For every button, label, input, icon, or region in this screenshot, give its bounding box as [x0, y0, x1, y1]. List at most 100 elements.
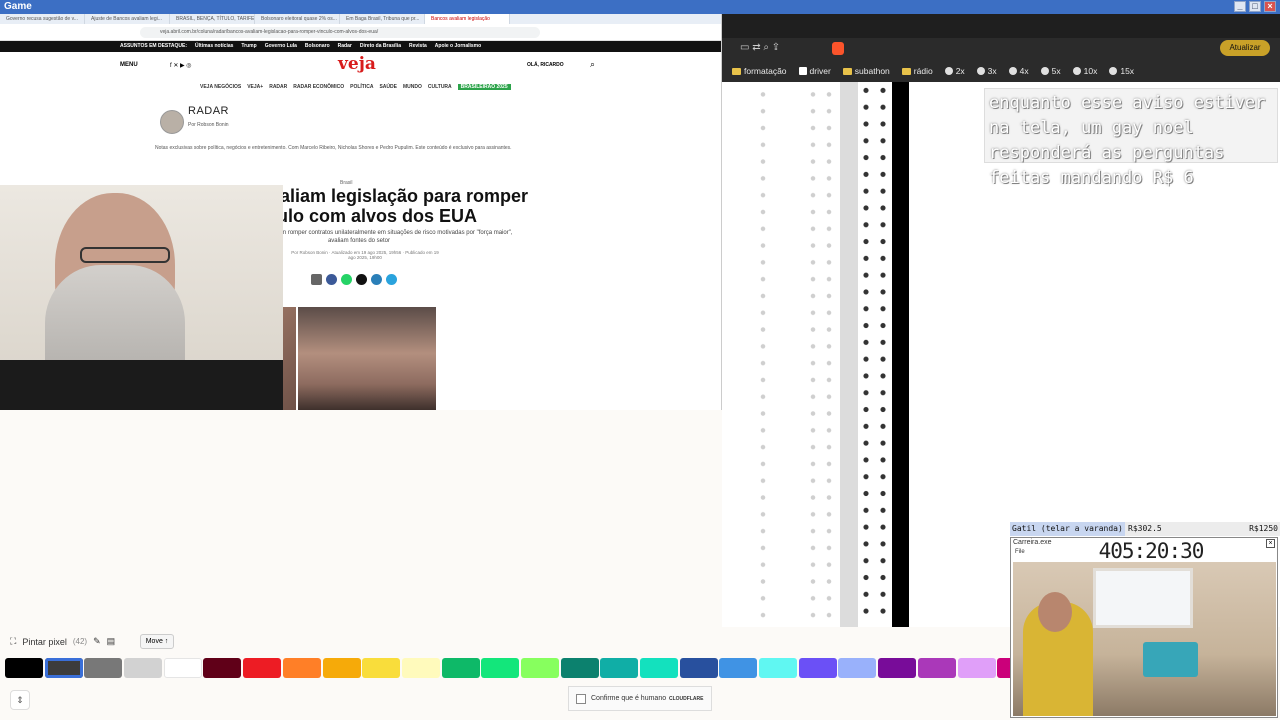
color-swatch[interactable] — [798, 658, 837, 678]
nav-item[interactable]: SAÚDE — [379, 84, 397, 90]
browser-tab[interactable]: Em Baga Brasil, Tribuna que pr... — [340, 14, 425, 24]
chevron-updown-icon[interactable]: ⇕ — [10, 690, 30, 710]
maximize-button[interactable]: □ — [1249, 1, 1261, 12]
color-swatch[interactable] — [84, 658, 123, 678]
whatsapp-icon[interactable] — [341, 274, 352, 285]
browser-tab[interactable]: Bolsonaro eleitoral quase 2% os... — [255, 14, 340, 24]
browser-tab-active[interactable]: Bancos avaliam legislação — [425, 14, 510, 24]
expand-icon[interactable]: ⛶ — [10, 636, 16, 647]
telegram-icon[interactable] — [386, 274, 397, 285]
column-author[interactable]: Por Robson Bonin — [188, 122, 229, 128]
share-buttons — [311, 274, 397, 285]
nav-item[interactable]: CULTURA — [428, 84, 452, 90]
color-swatch[interactable] — [957, 658, 996, 678]
color-swatch[interactable] — [917, 658, 956, 678]
color-swatch[interactable] — [362, 658, 401, 678]
pencil-icon[interactable]: ✎ — [93, 636, 101, 647]
update-button[interactable]: Atualizar — [1220, 40, 1270, 56]
color-swatch[interactable] — [243, 658, 282, 678]
highlight-link[interactable]: Governo Lula — [265, 41, 297, 52]
color-swatch[interactable] — [322, 658, 361, 678]
nav-item[interactable]: MUNDO — [403, 84, 422, 90]
highlight-link[interactable]: Revista — [409, 41, 427, 52]
captcha-checkbox[interactable] — [576, 694, 586, 704]
site-logo[interactable]: veja — [338, 54, 376, 74]
bookmark-item[interactable]: rádio — [901, 66, 933, 76]
blue-bucket — [1143, 642, 1198, 677]
nav-item[interactable]: VEJA+ — [247, 84, 263, 90]
bookmark-item[interactable]: formatação — [732, 66, 787, 76]
bookmark-label: formatação — [744, 66, 787, 76]
color-swatch[interactable] — [481, 658, 520, 678]
color-swatch[interactable] — [640, 658, 678, 678]
highlight-link[interactable]: Bolsonaro — [305, 41, 330, 52]
columnist-avatar — [160, 110, 184, 134]
pixel-count: (42) — [72, 637, 88, 646]
color-swatch[interactable] — [759, 658, 798, 678]
bookmark-item[interactable]: subathon — [842, 66, 890, 76]
close-button[interactable]: × — [1264, 1, 1276, 12]
color-swatch[interactable] — [124, 658, 163, 678]
bookmark-item[interactable]: 10x — [1072, 66, 1098, 76]
facebook-icon[interactable] — [326, 274, 337, 285]
highlight-link[interactable]: Direto da Brasília — [360, 41, 401, 52]
menu-button[interactable]: MENU — [120, 62, 138, 68]
color-swatch[interactable] — [878, 658, 917, 678]
tab-strip: Governo recusa sugestão de v... Ajuste d… — [0, 14, 721, 24]
color-swatch[interactable] — [163, 658, 202, 678]
linkedin-icon[interactable] — [371, 274, 382, 285]
x-icon[interactable] — [356, 274, 367, 285]
nav-item[interactable]: POLÍTICA — [350, 84, 373, 90]
color-swatch[interactable] — [203, 658, 242, 678]
globe-icon — [1072, 67, 1081, 75]
highlight-link[interactable]: Radar — [338, 41, 352, 52]
canvas-dot-column — [810, 86, 816, 626]
file-menu[interactable]: File — [1015, 549, 1025, 555]
folder-icon — [842, 67, 852, 75]
color-swatch[interactable] — [44, 658, 83, 678]
color-swatch[interactable] — [401, 658, 440, 678]
window-title: Game — [4, 1, 32, 12]
toolbar-icons[interactable]: ▭ ⇄ ⌕ ⇪ — [740, 42, 780, 53]
browser-tab[interactable]: BRASIL, BENÇA, TÍTULO, TARIFE... — [170, 14, 255, 24]
color-swatch[interactable] — [679, 658, 718, 678]
nav-item[interactable]: VEJA NEGÓCIOS — [200, 84, 241, 90]
highlight-link[interactable]: Últimas notícias — [195, 41, 233, 52]
bookmark-item[interactable]: 5x — [1040, 66, 1061, 76]
bookmark-icon[interactable] — [311, 274, 322, 285]
browser-tab[interactable]: Governo recusa sugestão de v... — [0, 14, 85, 24]
social-icons[interactable]: f ✕ ▶ ◎ — [170, 62, 192, 69]
bookmark-item[interactable]: 15x — [1109, 66, 1134, 76]
color-swatch[interactable] — [5, 658, 43, 678]
minimize-button[interactable]: _ — [1234, 1, 1246, 12]
stream-status-bar: Gatil (telar a varanda) R$302.5 R$1250 — [1010, 522, 1280, 536]
folder-icon — [901, 67, 911, 75]
color-swatch[interactable] — [600, 658, 639, 678]
browser-tab[interactable]: Ajuste de Bancos avaliam legi... — [85, 14, 170, 24]
color-swatch[interactable] — [441, 658, 480, 678]
color-swatch[interactable] — [282, 658, 321, 678]
bookmark-item[interactable]: 4x — [1008, 66, 1029, 76]
highlight-link[interactable]: Apoie o Jornalismo — [435, 41, 481, 52]
nav-item[interactable]: RADAR — [269, 84, 287, 90]
url-field[interactable]: veja.abril.com.br/coluna/radar/bancos-av… — [140, 27, 540, 38]
search-icon[interactable]: ⌕ — [590, 59, 595, 70]
user-greeting[interactable]: OLÁ, RICARDO — [527, 62, 564, 68]
bookmark-item[interactable]: 3x — [976, 66, 997, 76]
nav-item-highlight[interactable]: BRASILEIRÃO 2025 — [457, 84, 511, 90]
bookmark-item[interactable]: 2x — [944, 66, 965, 76]
move-button[interactable]: Move ↑ — [140, 634, 174, 649]
brave-shield-icon[interactable] — [832, 42, 844, 55]
bookmark-label: 10x — [1083, 66, 1098, 76]
highlight-link[interactable]: Trump — [241, 41, 256, 52]
bookmark-label: driver — [809, 66, 831, 76]
color-swatch[interactable] — [719, 658, 758, 678]
color-swatch[interactable] — [838, 658, 877, 678]
eraser-icon[interactable]: ▤ — [107, 636, 116, 647]
color-swatch[interactable] — [520, 658, 559, 678]
window-titlebar: Game _ □ × — [0, 0, 1280, 14]
close-icon[interactable]: × — [1266, 539, 1275, 548]
nav-item[interactable]: RADAR ECONÔMICO — [293, 84, 344, 90]
color-swatch[interactable] — [560, 658, 599, 678]
bookmark-item[interactable]: driver — [798, 66, 831, 76]
